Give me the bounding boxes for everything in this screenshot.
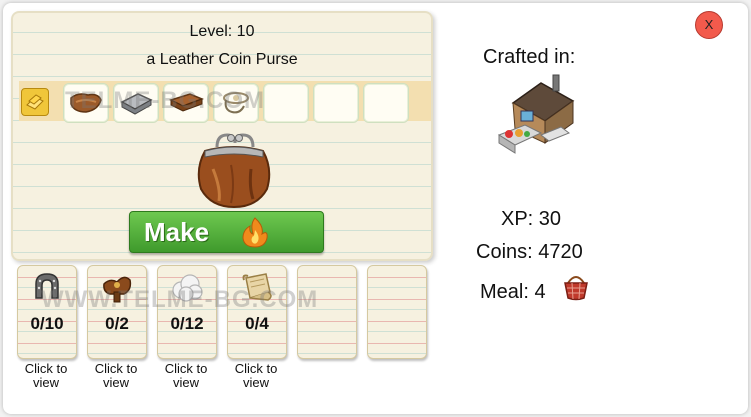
- ingredient-slot-7[interactable]: [363, 83, 409, 123]
- requirement-count: 0/4: [245, 314, 269, 333]
- scroll-icon: [240, 270, 274, 309]
- horseshoe-icon: [30, 270, 64, 309]
- coins-reward: Coins: 4720: [476, 241, 583, 263]
- saddle-icon: [100, 270, 134, 309]
- meal-reward: Meal: 4: [480, 281, 546, 303]
- ingredient-slot-4[interactable]: [213, 83, 259, 123]
- recipe-level: Level: 10: [189, 23, 255, 40]
- make-button[interactable]: Make: [129, 211, 324, 253]
- click-to-view-link[interactable]: Click to view: [151, 362, 221, 390]
- requirement-card-5: [297, 265, 357, 359]
- close-button[interactable]: X: [695, 11, 723, 39]
- recipe-card: Level: 10 a Leather Coin Purse Make: [11, 11, 433, 261]
- requirement-count: 0/12: [170, 314, 204, 333]
- requirement-count: 0/2: [105, 314, 129, 333]
- requirement-card-4[interactable]: 0/4: [227, 265, 287, 359]
- ingredient-slot-5[interactable]: [263, 83, 309, 123]
- ingredient-slot-3[interactable]: [163, 83, 209, 123]
- crafting-dialog: X Level: 10 a Leather Coin Purse Make 0/…: [3, 3, 748, 414]
- make-button-label: Make: [144, 217, 210, 247]
- click-to-view-link[interactable]: Click to view: [81, 362, 151, 390]
- xp-reward: XP: 30: [501, 208, 562, 230]
- requirement-count: 0/10: [30, 314, 64, 333]
- requirement-card-6: [367, 265, 427, 359]
- requirement-card-2[interactable]: 0/2: [87, 265, 147, 359]
- requirement-card-3[interactable]: 0/12: [157, 265, 217, 359]
- click-to-view-link[interactable]: Click to view: [221, 362, 291, 390]
- recipe-title: a Leather Coin Purse: [146, 51, 298, 68]
- ingredient-slot-2[interactable]: [113, 83, 159, 123]
- ingredient-slot-1[interactable]: [63, 83, 109, 123]
- meal-basket-icon: [563, 271, 589, 306]
- leather-coin-purse-icon: [191, 129, 277, 211]
- requirement-card-1[interactable]: 0/10: [17, 265, 77, 359]
- gold-bars-icon[interactable]: [21, 88, 49, 116]
- ingredient-slot-6[interactable]: [313, 83, 359, 123]
- crafting-building-icon: [495, 73, 581, 163]
- crafted-in-label: Crafted in:: [483, 46, 576, 68]
- flame-icon: [240, 216, 270, 253]
- wool-icon: [170, 270, 204, 309]
- click-to-view-link[interactable]: Click to view: [11, 362, 81, 390]
